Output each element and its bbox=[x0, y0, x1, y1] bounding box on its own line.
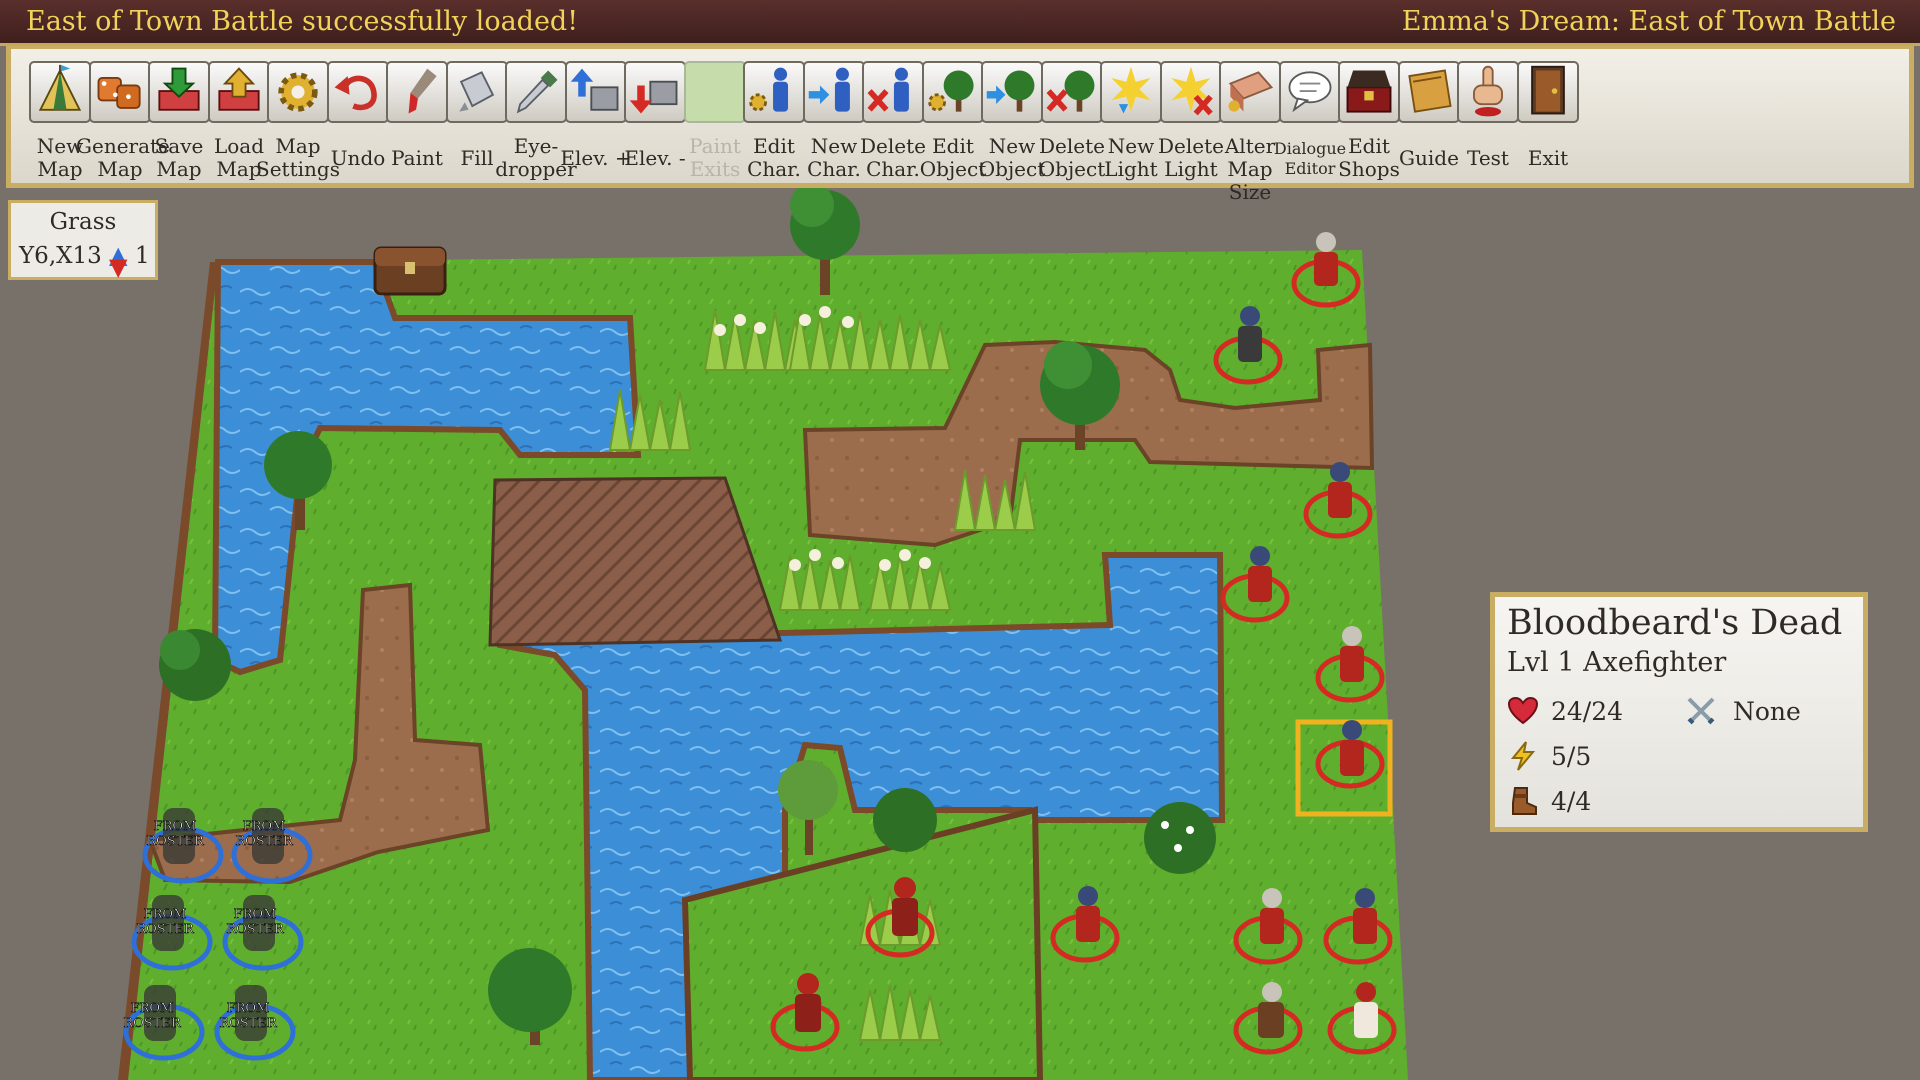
bush[interactable] bbox=[159, 629, 231, 701]
delete-character-icon bbox=[862, 61, 924, 123]
title-bar: East of Town Battle successfully loaded!… bbox=[0, 0, 1920, 46]
boot-icon bbox=[1512, 787, 1537, 815]
save-icon bbox=[148, 61, 210, 123]
tile-elevation: 1 bbox=[135, 243, 150, 269]
delete-light-icon bbox=[1160, 61, 1222, 123]
energy-value: 5/5 bbox=[1551, 742, 1592, 771]
map-title: Emma's Dream: East of Town Battle bbox=[1401, 6, 1896, 37]
flowering-bush[interactable] bbox=[1144, 802, 1216, 874]
roster-label: FROM ROSTER bbox=[146, 819, 205, 849]
editor-toolbar: New Map Generate Map Save Map Load Map Map S… bbox=[6, 46, 1914, 204]
tile-coordinates: Y6,X13 bbox=[19, 243, 102, 269]
edit-object-icon bbox=[922, 61, 984, 123]
tile-terrain-name: Grass bbox=[49, 209, 117, 235]
bush[interactable] bbox=[873, 788, 937, 852]
paintbrush-icon bbox=[386, 61, 448, 123]
alter-map-size-icon bbox=[1219, 61, 1281, 123]
roster-label: FROM ROSTER bbox=[136, 907, 195, 937]
edit-character-icon bbox=[743, 61, 805, 123]
dice-icon bbox=[89, 61, 151, 123]
equipment-value: None bbox=[1733, 697, 1801, 726]
treasure-chest[interactable] bbox=[373, 246, 447, 296]
tool-label: Exit bbox=[1527, 146, 1569, 170]
roster-label: FROM ROSTER bbox=[226, 907, 285, 937]
up-down-arrow-icon: ▲ ▼ bbox=[109, 241, 128, 281]
unit-class: Lvl 1 Axefighter bbox=[1507, 647, 1727, 678]
paint-exits-icon bbox=[684, 61, 746, 123]
status-message: East of Town Battle successfully loaded! bbox=[26, 6, 579, 37]
speech-bubble-icon bbox=[1279, 61, 1341, 123]
new-light-icon bbox=[1100, 61, 1162, 123]
book-icon bbox=[1398, 61, 1460, 123]
elevation-down-icon bbox=[624, 61, 686, 123]
tent-icon bbox=[29, 61, 91, 123]
roster-label: FROM ROSTER bbox=[219, 1001, 278, 1031]
paint-bucket-icon bbox=[446, 61, 508, 123]
unit-name: Bloodbeard's Dead bbox=[1507, 603, 1843, 643]
roster-label: FROM ROSTER bbox=[235, 819, 294, 849]
new-object-icon bbox=[981, 61, 1043, 123]
pointing-hand-icon bbox=[1457, 61, 1519, 123]
tool-door-button[interactable]: Exit bbox=[1512, 51, 1584, 185]
crossed-swords-icon bbox=[1687, 697, 1715, 725]
tile-info-box: Grass Y6,X13 ▲ ▼ 1 bbox=[8, 200, 158, 281]
eyedropper-icon bbox=[505, 61, 567, 123]
hp-value: 24/24 bbox=[1551, 697, 1624, 726]
treasure-chest-icon bbox=[1338, 61, 1400, 123]
gear-icon bbox=[267, 61, 329, 123]
unit-info-panel: Bloodbeard's Dead Lvl 1 Axefighter 24/24… bbox=[1490, 592, 1868, 832]
undo-icon bbox=[327, 61, 389, 123]
heart-icon bbox=[1507, 696, 1539, 725]
lightning-icon bbox=[1510, 741, 1536, 771]
door-icon bbox=[1517, 61, 1579, 123]
roster-label: FROM ROSTER bbox=[123, 1001, 182, 1031]
elevation-up-icon bbox=[565, 61, 627, 123]
delete-object-icon bbox=[1041, 61, 1103, 123]
load-icon bbox=[208, 61, 270, 123]
new-character-icon bbox=[803, 61, 865, 123]
movement-value: 4/4 bbox=[1551, 787, 1592, 816]
